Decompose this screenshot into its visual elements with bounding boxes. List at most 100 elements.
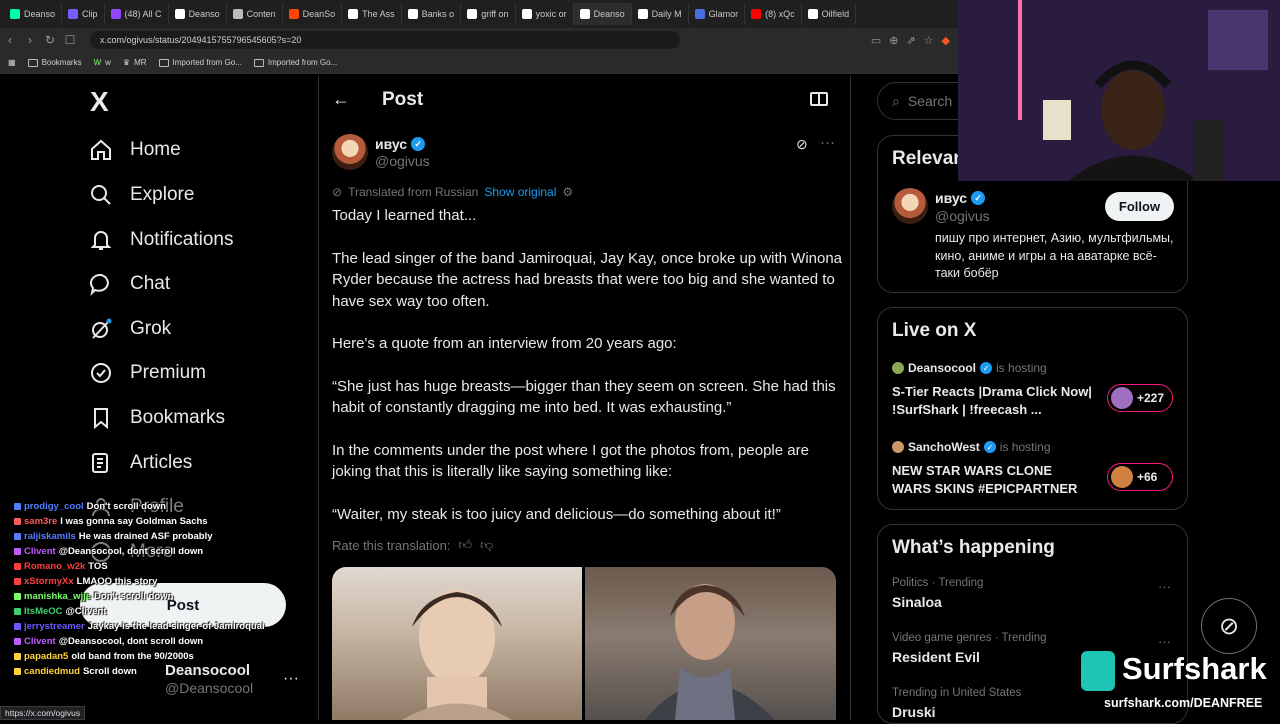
address-bar-row: ‹ › ↻ ☐ x.com/ogivus/status/204941575579… [0, 28, 958, 52]
post-paragraph: In the comments under the post where I g… [332, 441, 809, 481]
nav-label: Home [130, 139, 181, 160]
nav-premium[interactable]: Premium [88, 353, 206, 393]
nav-chat[interactable]: Chat [88, 264, 170, 304]
thumbs-down-icon[interactable]: 👎︎ [480, 537, 493, 553]
browser-tab[interactable]: Deanso [169, 3, 227, 25]
author-handle[interactable]: @ogivus [375, 153, 430, 169]
verified-badge-icon: ✓ [983, 441, 996, 453]
chat-text: old band from the 90/2000s [71, 651, 194, 662]
browser-tab[interactable]: Deanso [573, 3, 632, 25]
chat-username: ItsMeOC [24, 606, 63, 617]
bookmark-star-icon[interactable]: ☐ [60, 33, 80, 47]
nav-explore[interactable]: Explore [88, 175, 194, 215]
thumbs-up-icon[interactable]: 👍︎ [459, 537, 473, 553]
zoom-icon[interactable]: ⊕ [889, 34, 898, 47]
search-placeholder: Search [907, 93, 953, 109]
post-photo[interactable] [332, 567, 582, 720]
author-avatar[interactable] [332, 134, 368, 170]
column-divider [318, 76, 319, 720]
share-icon[interactable]: ⇗ [906, 34, 915, 47]
nav-notifications[interactable]: Notifications [88, 220, 234, 260]
cast-icon[interactable]: ▭ [871, 34, 881, 47]
surfshark-logo-icon [1081, 651, 1115, 691]
author-name-text: ивус [375, 136, 408, 152]
live-listener-count[interactable]: +227 [1107, 384, 1173, 412]
trend-more-icon[interactable]: ··· [1158, 634, 1171, 649]
browser-tab[interactable]: Conten [227, 3, 283, 25]
browser-tab[interactable]: DeanSo [283, 3, 343, 25]
browser-tab[interactable]: yoxic or [516, 3, 574, 25]
nav-grok[interactable]: Grok [88, 309, 171, 349]
trend-name[interactable]: Druski [892, 704, 936, 720]
post-photo[interactable] [585, 567, 836, 720]
browser-tab[interactable]: griff on [461, 3, 516, 25]
follow-button[interactable]: Follow [1105, 192, 1174, 221]
bookmark-folder[interactable]: Imported from Go... [253, 58, 337, 67]
relevant-name[interactable]: ивус ✓ [935, 190, 986, 206]
bell-icon [88, 227, 114, 253]
tab-label: Oilfield [821, 9, 850, 19]
browser-tab[interactable]: (8) xQc [745, 3, 802, 25]
nav-articles[interactable]: Articles [88, 443, 192, 483]
trend-name[interactable]: Sinaloa [892, 594, 942, 610]
chat-text: Don't scroll down [86, 501, 166, 512]
live-host[interactable]: SanchoWest ✓ is hosting [892, 440, 1051, 454]
rate-translation: Rate this translation: 👍︎ 👎︎ [332, 537, 493, 553]
x-logo[interactable]: X [90, 86, 109, 118]
tab-label: Conten [246, 9, 276, 19]
back-arrow-icon[interactable]: ← [332, 89, 350, 110]
reload-icon[interactable]: ↻ [40, 33, 60, 47]
grok-floating-button[interactable]: ⊘ [1201, 598, 1257, 654]
star-icon[interactable]: ☆ [924, 34, 934, 47]
url-field[interactable]: x.com/ogivus/status/2049415755796545605?… [90, 31, 680, 49]
browser-tab[interactable]: (48) All C [105, 3, 169, 25]
tab-favicon-icon [348, 9, 359, 19]
tab-favicon-icon [807, 9, 818, 19]
bookmark-item[interactable]: Ww [94, 58, 111, 67]
nav-label: Bookmarks [130, 407, 226, 428]
browser-tab[interactable]: Banks o [402, 3, 462, 25]
chat-username: candiedmud [24, 666, 80, 677]
relevant-avatar[interactable] [892, 188, 928, 224]
browser-tab[interactable]: The Ass [342, 3, 402, 25]
grok-explain-icon[interactable]: ⊘ [796, 136, 808, 153]
author-name[interactable]: ивус ✓ [375, 136, 426, 152]
chat-message: candiedmud Scroll down [14, 664, 284, 679]
search-input[interactable]: ⌕ Search [877, 82, 962, 120]
browser-tab[interactable]: Glamor [689, 3, 746, 25]
live-title[interactable]: S-Tier Reacts |Drama Click Now| !SurfSha… [892, 383, 1092, 419]
live-host[interactable]: Deansocool ✓ is hosting [892, 361, 1047, 375]
nav-home[interactable]: Home [88, 130, 181, 170]
chat-badge-icon [14, 623, 21, 630]
reader-mode-icon[interactable] [810, 92, 828, 106]
browser-tab[interactable]: Oilfield [802, 3, 857, 25]
nav-label: Premium [130, 362, 207, 383]
browser-tab[interactable]: Clip [62, 3, 105, 25]
bookmark-item[interactable]: Bookmarks [27, 58, 82, 67]
bookmark-folder[interactable]: Imported from Go... [158, 58, 242, 67]
browser-tab[interactable]: Daily M [632, 3, 689, 25]
account-more-icon[interactable]: ··· [283, 670, 299, 688]
folder-icon [253, 58, 264, 67]
bookmark-item[interactable]: ♛ MR [123, 58, 147, 67]
forward-nav-icon[interactable]: › [20, 33, 40, 47]
translate-icon: ⊘ [332, 185, 343, 199]
live-title[interactable]: NEW STAR WARS CLONE WARS SKINS #EPICPART… [892, 462, 1092, 498]
apps-grid-icon[interactable]: ▦ [8, 58, 16, 67]
webcam-feed [958, 0, 1280, 181]
post-more-icon[interactable]: ··· [820, 134, 835, 151]
browser-tab[interactable]: Deanso [4, 3, 63, 25]
show-original-link[interactable]: Show original [484, 185, 556, 199]
bookmark-icon [88, 405, 114, 431]
trend-more-icon[interactable]: ··· [1158, 579, 1171, 594]
brave-shield-icon[interactable]: ◆ [942, 34, 950, 47]
chat-username: sam3re [24, 516, 58, 527]
settings-gear-icon[interactable]: ⚙ [562, 185, 573, 199]
chat-message: prodigy_cool Don't scroll down [14, 499, 284, 514]
back-nav-icon[interactable]: ‹ [0, 33, 20, 47]
live-listener-count[interactable]: +66 [1107, 463, 1173, 491]
relevant-handle[interactable]: @ogivus [935, 208, 990, 224]
trend-name[interactable]: Resident Evil [892, 649, 980, 665]
nav-bookmarks[interactable]: Bookmarks [88, 398, 225, 438]
account-handle: @Deansocool [165, 680, 254, 696]
